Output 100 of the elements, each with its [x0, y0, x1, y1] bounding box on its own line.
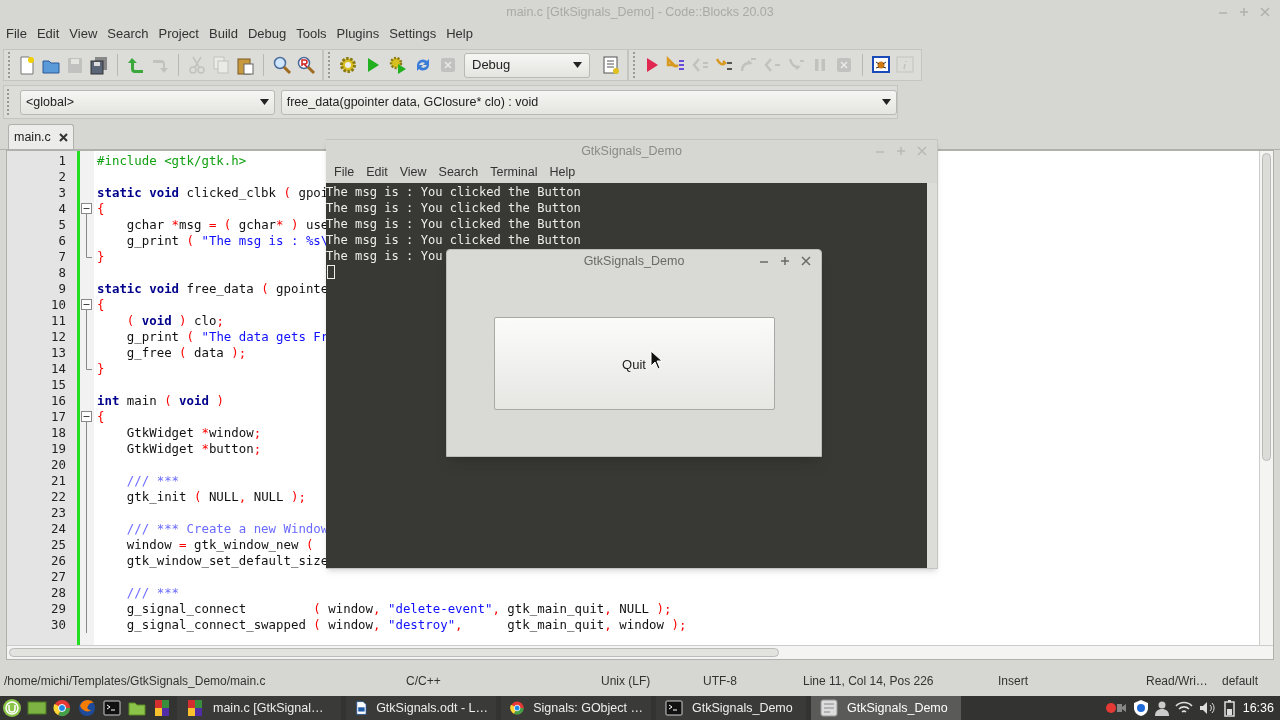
scrollbar-thumb[interactable]	[1262, 153, 1271, 461]
menu-item[interactable]: Terminal	[484, 163, 544, 182]
floppy-disks-icon	[89, 55, 109, 75]
line-number: 9	[57, 281, 67, 297]
terminal-line: The msg is : You clicked the Button	[326, 232, 581, 248]
quit-button[interactable]: Quit	[493, 317, 775, 410]
clock-text: 16:36	[1242, 699, 1274, 717]
status-text: Read/Wri…	[1146, 673, 1208, 690]
menu-item[interactable]: View	[64, 24, 103, 44]
code-line: g_free ( data );	[125, 345, 247, 360]
cross-square-icon	[834, 55, 854, 75]
line-number: 14	[50, 361, 67, 377]
line-number: 19	[50, 441, 67, 457]
fold-end-icon	[86, 361, 92, 370]
round-logo-launcher[interactable]	[52, 698, 72, 718]
line-number: 10	[50, 297, 67, 313]
code-line: }	[97, 361, 105, 376]
video-camera-icon	[1104, 700, 1127, 716]
status-text: Line 11, Col 14, Pos 226	[803, 673, 934, 690]
menu-item[interactable]: Help	[441, 24, 478, 44]
gear-icon	[338, 55, 358, 75]
code-line: }	[97, 249, 105, 264]
taskbar-task[interactable]: main.c [GtkSignal…	[177, 696, 341, 720]
menu-item[interactable]: Debug	[242, 24, 292, 44]
close-icon	[58, 132, 68, 142]
line-number: 20	[50, 457, 67, 473]
scrollbar-thumb[interactable]	[9, 648, 779, 657]
line-number: 25	[50, 537, 67, 553]
pages-icon	[211, 55, 231, 75]
clipboard-icon	[235, 55, 255, 75]
terminal-launcher[interactable]	[102, 698, 122, 718]
caret-icon	[573, 62, 582, 68]
line-number: 13	[50, 345, 67, 361]
menu-item[interactable]: Plugins	[331, 24, 385, 44]
line-number: 3	[57, 185, 67, 201]
terminal-icon	[102, 698, 122, 718]
menu-item[interactable]: Edit	[360, 163, 394, 182]
desktop-launcher[interactable]	[27, 698, 47, 718]
taskbar-task[interactable]: GtkSignals_Demo	[811, 696, 961, 720]
function-dropdown[interactable]: free_data(gpointer data, GClosure* clo) : void	[280, 89, 897, 115]
code-line: {	[97, 201, 105, 216]
app-window-icon	[819, 698, 839, 718]
menu-logo-launcher[interactable]	[2, 698, 22, 718]
menu-item[interactable]: File	[1, 24, 32, 44]
code-line: static void clicked_clbk ( gpoi	[97, 185, 329, 200]
code-line: gtk_init ( NULL, NULL );	[125, 489, 306, 504]
taskbar-task[interactable]: Signals: GObject …	[501, 696, 651, 720]
scope-dropdown[interactable]: <global>	[20, 89, 275, 115]
close-icon	[1260, 7, 1270, 17]
maximize-icon	[896, 146, 906, 156]
line-number: 11	[50, 313, 67, 329]
line-number: 18	[50, 425, 67, 441]
info-icon	[895, 55, 915, 75]
menu-item[interactable]: Settings	[384, 24, 442, 44]
code-line: g_signal_connect_swapped ( window, "destroy", gtk_main_quit, window );	[125, 617, 687, 632]
code-line: window = gtk_window_new (	[125, 537, 314, 552]
window-title: GtkSignals_Demo	[583, 252, 685, 270]
blocks-icon	[152, 698, 172, 718]
menu-item[interactable]: Build	[204, 24, 243, 44]
caret-icon	[882, 99, 891, 105]
caret-icon	[259, 99, 269, 105]
line-number: 15	[50, 377, 67, 393]
document-icon	[354, 698, 369, 718]
menu-item[interactable]: Tools	[291, 24, 332, 44]
window-title: GtkSignals_Demo	[581, 142, 682, 160]
code-line: int main ( void )	[97, 393, 224, 408]
menu-item[interactable]: File	[328, 163, 361, 182]
menu-item[interactable]: Search	[432, 163, 485, 182]
globe-launcher[interactable]	[77, 698, 97, 718]
menu-item[interactable]: Edit	[31, 24, 65, 44]
code-line: g_print ( "The msg is : %s\	[125, 233, 329, 248]
desktop-icon	[27, 698, 47, 718]
line-number: 27	[50, 569, 67, 585]
fold-toggle-icon	[81, 201, 92, 217]
build-target-dropdown[interactable]: Debug	[464, 52, 590, 78]
code-line: GtkWidget *window;	[125, 425, 262, 440]
terminal-icon	[664, 698, 684, 718]
menu-item[interactable]: Search	[102, 24, 154, 44]
mouse-pointer-icon	[650, 350, 663, 370]
editor-tab[interactable]: main.c	[8, 124, 74, 149]
code-line: ( void ) clo;	[125, 313, 224, 328]
status-text: Unix (LF)	[601, 673, 651, 690]
code-line: gtk_window_set_default_size	[125, 553, 329, 568]
line-number: 22	[50, 489, 67, 505]
line-number: 7	[57, 249, 67, 265]
code-line: #include <gtk/gtk.h>	[97, 153, 247, 168]
menu-item[interactable]: Project	[153, 24, 204, 44]
blocks-launcher[interactable]	[152, 698, 172, 718]
line-number: 4	[57, 201, 67, 217]
menu-item[interactable]: Help	[543, 163, 582, 182]
line-number: 16	[50, 393, 67, 409]
taskbar-task[interactable]: GtkSignals_Demo	[656, 696, 806, 720]
round-logo-icon	[52, 698, 72, 718]
line-number: 24	[50, 521, 67, 537]
menu-item[interactable]: View	[393, 163, 433, 182]
taskbar-task[interactable]: GtkSignals.odt - L…	[346, 696, 496, 720]
terminal-line: The msg is : You clicked the Button	[326, 216, 581, 232]
scissors-icon	[187, 55, 207, 75]
terminal-line: The msg is : You clicked the Button	[326, 200, 581, 216]
curved-arrow-icon	[126, 55, 146, 75]
